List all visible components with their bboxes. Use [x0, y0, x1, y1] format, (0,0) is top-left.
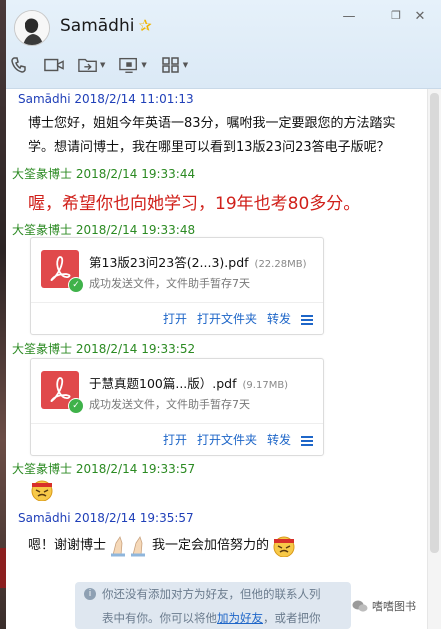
file-card[interactable]: ✓ 于慧真题100篇...版）.pdf (9.17MB) 成功发送文件，文件助手暂… [30, 358, 324, 456]
minimize-icon[interactable]: — [341, 9, 357, 24]
file-card[interactable]: ✓ 第13版23问23答(2...3).pdf (22.28MB) 成功发送文件，… [30, 237, 324, 335]
message-text: 喔，希望你也向她学习，19年也考80多分。 [28, 194, 361, 214]
determined-face-emoji [31, 480, 53, 501]
check-icon: ✓ [68, 277, 84, 293]
determined-face-emoji [273, 536, 295, 557]
friend-notice: i 你还没有添加对方为好友，但他的联系人列 表中有你。你可以将他加为好友，或者把… [75, 582, 351, 629]
avatar[interactable] [14, 10, 50, 46]
message-text: 嗯！谢谢博士 我一定会加倍努力的 [28, 534, 296, 558]
pdf-file-icon: ✓ [41, 371, 84, 414]
file-name: 第13版23问23答(2...3).pdf (22.28MB) [89, 255, 307, 270]
message-text: 博士您好，姐姐今年英语一83分，嘱咐我一定要跟您的方法踏实 学。想请问博士，我在… [28, 116, 396, 155]
open-link[interactable]: 打开 [163, 431, 187, 448]
apps-grid-icon[interactable]: ▼ [161, 56, 188, 74]
restore-icon[interactable]: ❐ [388, 9, 404, 22]
screen-share-icon[interactable]: ▼ [119, 56, 147, 74]
message-meta: Samādhi 2018/2/14 19:35:57 [18, 511, 194, 525]
add-friend-link[interactable]: 加为好友 [217, 611, 263, 625]
message-meta: 大筌彖博士 2018/2/14 19:33:57 [12, 462, 196, 476]
forward-folder-icon[interactable]: ▼ [78, 56, 105, 74]
open-link[interactable]: 打开 [163, 310, 187, 327]
phone-icon[interactable] [10, 56, 30, 74]
message-meta: 大筌彖博士 2018/2/14 19:33:52 [12, 342, 196, 356]
pdf-file-icon: ✓ [41, 250, 84, 293]
forward-link[interactable]: 转发 [267, 431, 291, 448]
chat-history: Samādhi 2018/2/14 11:01:13 博士您好，姐姐今年英语一8… [6, 89, 427, 629]
chat-header: Samādhi ✰ — ❐ ✕ ▼ ▼ ▼ [6, 0, 441, 89]
forward-link[interactable]: 转发 [267, 310, 291, 327]
message-meta: Samādhi 2018/2/14 11:01:13 [18, 92, 194, 106]
file-name: 于慧真题100篇...版）.pdf (9.17MB) [89, 376, 289, 391]
praying-hands-emoji [111, 536, 146, 557]
check-icon: ✓ [68, 398, 84, 414]
chat-scrollbar[interactable] [427, 89, 441, 629]
toolbar: ▼ ▼ ▼ [10, 54, 202, 76]
message-meta: 大筌彖博士 2018/2/14 19:33:48 [12, 223, 196, 237]
info-icon: i [84, 588, 96, 600]
close-icon[interactable]: ✕ [412, 9, 428, 24]
open-folder-link[interactable]: 打开文件夹 [197, 431, 257, 448]
scroll-thumb[interactable] [430, 93, 439, 553]
watermark: 嗜嗜图书 [352, 598, 416, 614]
message-meta: 大筌彖博士 2018/2/14 19:33:44 [12, 167, 196, 181]
wechat-logo-icon [352, 600, 368, 612]
star-icon: ✰ [138, 16, 152, 35]
video-icon[interactable] [44, 56, 64, 74]
file-status: 成功发送文件，文件助手暂存7天 [89, 277, 250, 290]
file-status: 成功发送文件，文件助手暂存7天 [89, 398, 250, 411]
menu-icon[interactable] [301, 435, 313, 446]
menu-icon[interactable] [301, 314, 313, 325]
contact-name: Samādhi ✰ [60, 16, 152, 36]
open-folder-link[interactable]: 打开文件夹 [197, 310, 257, 327]
